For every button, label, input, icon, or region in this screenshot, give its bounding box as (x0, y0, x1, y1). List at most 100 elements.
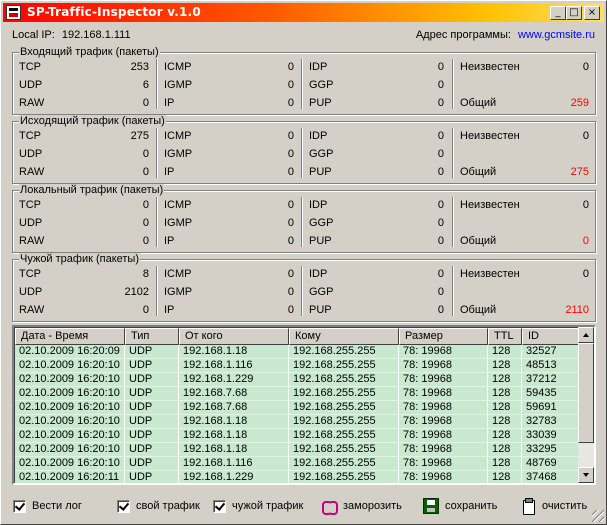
counter-label: GGP (309, 79, 334, 91)
counter-label: IP (164, 304, 175, 316)
counter-cell: IP 0 (164, 235, 294, 249)
maximize-button[interactable]: □ (566, 6, 582, 20)
table-row[interactable]: 02.10.2009 16:20:11 UDP 192.168.1.229 192.1… (15, 471, 580, 483)
save-label: сохранить (445, 500, 498, 512)
table-cell: 192.168.1.229 (183, 471, 254, 483)
counter-cell: Общий 259 (460, 97, 589, 111)
column-separator (301, 128, 303, 178)
table-row[interactable]: 02.10.2009 16:20:10 UDP 192.168.7.68 192.16… (15, 401, 580, 415)
table-cell: 192.168.7.68 (183, 387, 248, 399)
program-address: Адрес программы: www.gcmsite.ru (416, 29, 595, 41)
column-header[interactable]: Размер (399, 328, 488, 345)
table-cell: UDP (129, 415, 153, 427)
counter-value: 2102 (124, 286, 149, 298)
table-cell: 02.10.2009 16:20:10 (19, 359, 120, 371)
column-header[interactable]: Тип (125, 328, 179, 345)
table-cell: 02.10.2009 16:20:10 (19, 373, 120, 385)
cell-separator (487, 345, 488, 359)
checkbox-checked-icon[interactable] (213, 499, 226, 513)
counter-value: 0 (287, 217, 294, 229)
freeze-button[interactable]: заморозить (321, 498, 402, 515)
counter-label: UDP (19, 79, 43, 91)
table-row[interactable]: 02.10.2009 16:20:10 UDP 192.168.1.116 192.1… (15, 359, 580, 373)
minimize-button[interactable]: _ (550, 6, 566, 20)
table-cell: 32783 (526, 415, 557, 427)
counter-cell: UDP 2102 (19, 286, 149, 300)
table-row[interactable]: 02.10.2009 16:20:10 UDP 192.168.1.18 192.16… (15, 429, 580, 443)
vertical-scrollbar[interactable] (578, 327, 594, 483)
counter-label: GGP (309, 217, 334, 229)
counter-cell: UDP 0 (19, 217, 149, 231)
scroll-up-button[interactable] (578, 327, 594, 343)
table-row[interactable]: 02.10.2009 16:20:10 UDP 192.168.1.229 192.1… (15, 373, 580, 387)
table-cell: 59435 (526, 387, 557, 399)
own-traffic-checkbox[interactable]: свой трафик (117, 498, 200, 514)
counter-cell: IGMP 0 (164, 286, 294, 300)
arrow-up-icon (583, 333, 589, 337)
log-label: Вести лог (32, 500, 82, 512)
scroll-down-button[interactable] (578, 467, 594, 483)
table-row[interactable]: 02.10.2009 16:20:10 UDP 192.168.7.68 192.16… (15, 387, 580, 401)
cell-separator (398, 373, 399, 387)
table-row[interactable]: 02.10.2009 16:20:10 UDP 192.168.1.116 192.1… (15, 457, 580, 471)
cell-separator (487, 373, 488, 387)
cell-separator (124, 429, 125, 443)
column-header[interactable]: ID (522, 328, 580, 345)
program-address-link[interactable]: www.gcmsite.ru (518, 29, 595, 41)
cell-separator (178, 471, 179, 483)
counter-value: 0 (582, 130, 589, 142)
packet-list[interactable]: Дата - Время Тип От кого Кому Размер TTL ID 02… (12, 325, 596, 485)
traffic-group: Локальный трафик (пакеты) TCP 0 ICMP 0 IDP 0 Не… (12, 184, 596, 253)
total-value: 2110 (565, 304, 589, 316)
total-value: 0 (582, 235, 589, 247)
counter-cell: TCP 8 (19, 268, 149, 282)
counter-value: 0 (287, 148, 294, 160)
counter-value: 0 (142, 148, 149, 160)
table-row[interactable]: 02.10.2009 16:20:10 UDP 192.168.1.18 192.16… (15, 443, 580, 457)
scroll-thumb[interactable] (578, 343, 594, 443)
table-cell: UDP (129, 429, 153, 441)
save-button[interactable]: сохранить (423, 498, 497, 514)
counter-value: 0 (437, 97, 444, 109)
column-header[interactable]: Кому (289, 328, 399, 345)
traffic-group: Входящий трафик (пакеты) TCP 253 ICMP 0 IDP 0 Н… (12, 46, 596, 115)
column-header[interactable]: TTL (488, 328, 522, 345)
cell-separator (124, 457, 125, 471)
counter-value: 0 (142, 97, 149, 109)
table-cell: 128 (492, 387, 511, 399)
counter-value: 0 (142, 199, 149, 211)
table-row[interactable]: 02.10.2009 16:20:09 UDP 192.168.1.18 192.16… (15, 345, 580, 359)
table-row[interactable]: 02.10.2009 16:20:10 UDP 192.168.1.18 192.16… (15, 415, 580, 429)
counter-label: Общий (460, 97, 497, 109)
table-cell: 32527 (526, 345, 557, 357)
close-button[interactable]: × (584, 6, 600, 20)
resize-grip[interactable] (592, 510, 604, 522)
table-cell: 192.168.255.255 (293, 457, 376, 469)
column-header[interactable]: От кого (179, 328, 289, 345)
counter-cell: RAW 0 (19, 235, 149, 249)
table-cell: 128 (492, 457, 511, 469)
table-cell: 192.168.255.255 (293, 401, 376, 413)
checkbox-checked-icon[interactable] (117, 499, 130, 513)
counter-label: IP (164, 166, 175, 178)
foreign-traffic-checkbox[interactable]: чужой трафик (213, 498, 303, 514)
log-checkbox[interactable]: Вести лог (13, 498, 82, 514)
cell-separator (124, 373, 125, 387)
cell-separator (487, 359, 488, 373)
table-cell: 192.168.255.255 (293, 359, 376, 371)
counter-cell: IP 0 (164, 304, 294, 318)
table-cell: 33039 (526, 429, 557, 441)
checkbox-checked-icon[interactable] (13, 499, 26, 513)
column-header[interactable]: Дата - Время (15, 328, 125, 345)
counter-cell: IDP 0 (309, 130, 444, 144)
cell-separator (288, 429, 289, 443)
table-cell: 02.10.2009 16:20:10 (19, 457, 120, 469)
table-cell: 128 (492, 373, 511, 385)
clear-button[interactable]: очистить (520, 498, 587, 515)
counter-label: IGMP (164, 286, 193, 298)
counter-cell: IGMP 0 (164, 217, 294, 231)
counter-label: TCP (19, 61, 41, 73)
title-bar[interactable]: SP-Traffic-Inspector v.1.0 _ □ × (3, 3, 604, 22)
counter-value: 0 (142, 217, 149, 229)
local-ip-value: 192.168.1.111 (61, 29, 131, 41)
